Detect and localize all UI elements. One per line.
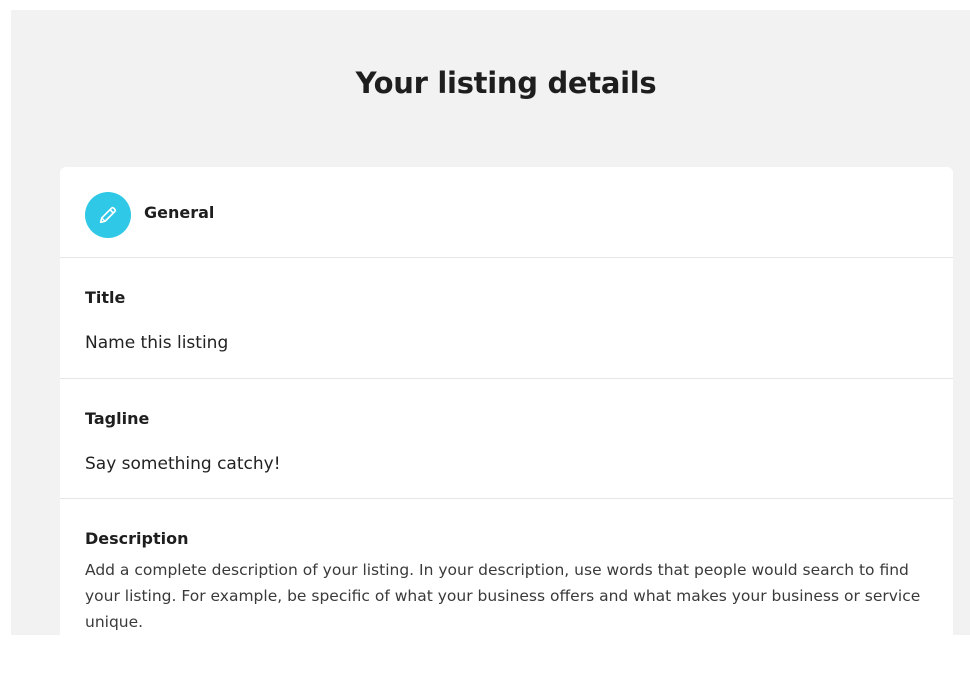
general-section-header: General <box>60 167 953 258</box>
tagline-field-label: Tagline <box>85 409 150 428</box>
pencil-icon-graphic <box>99 206 117 224</box>
tagline-field-section: Tagline <box>60 379 953 499</box>
listing-details-card: General Title Tagline Description Add a … <box>60 167 953 647</box>
description-help-text: Add a complete description of your listi… <box>85 561 921 631</box>
title-field-label: Title <box>85 288 126 307</box>
description-field-label: Description <box>85 529 189 548</box>
description-field-section: Description Add a complete description o… <box>60 499 953 699</box>
pencil-icon <box>85 192 131 238</box>
page-title: Your listing details <box>355 66 657 100</box>
tagline-input[interactable] <box>85 454 925 474</box>
title-field-section: Title <box>60 258 953 379</box>
general-section-label: General <box>144 203 215 222</box>
title-input[interactable] <box>85 333 925 353</box>
